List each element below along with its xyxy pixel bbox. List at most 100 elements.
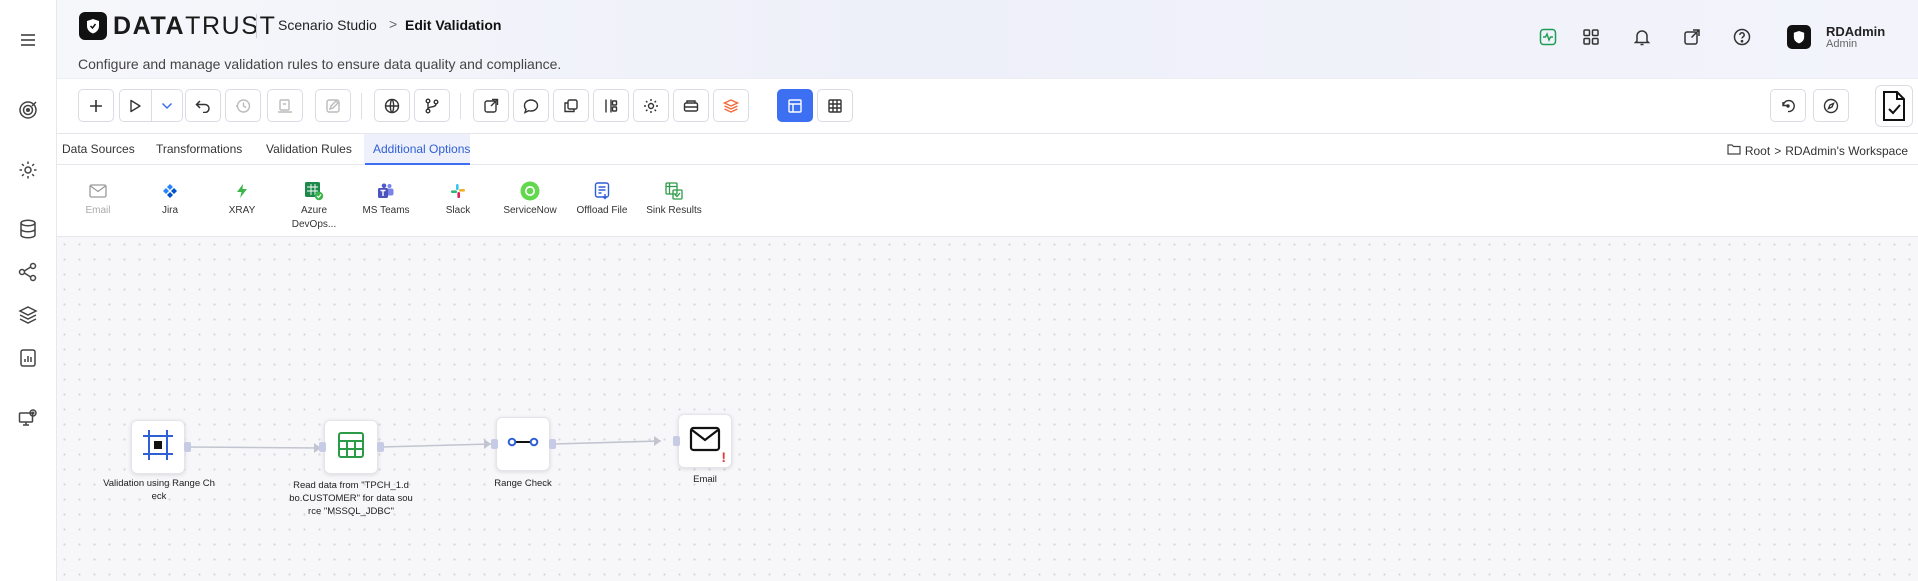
node-input-port[interactable]: [673, 436, 680, 446]
align-button[interactable]: [593, 89, 629, 122]
node-output-port[interactable]: [184, 442, 191, 452]
branch-button[interactable]: [414, 89, 450, 122]
flow-node-validation[interactable]: [131, 420, 185, 474]
edit-button[interactable]: [315, 89, 351, 122]
header-divider: [256, 14, 257, 38]
user-name[interactable]: RDAdmin: [1826, 24, 1885, 39]
node-input-port[interactable]: [491, 439, 498, 449]
node-input-port[interactable]: [319, 442, 326, 452]
history-button[interactable]: [225, 89, 261, 122]
sink-results-icon: [664, 181, 684, 201]
jira-icon: [160, 181, 180, 201]
range-check-icon: [507, 435, 539, 453]
publish-button[interactable]: [267, 89, 303, 122]
settings-button[interactable]: [633, 89, 669, 122]
undo-button[interactable]: [185, 89, 221, 122]
avatar[interactable]: [1787, 25, 1811, 49]
export-button[interactable]: [473, 89, 509, 122]
apps-grid-icon[interactable]: [1580, 26, 1602, 48]
play-icon[interactable]: [120, 90, 151, 121]
node-output-port[interactable]: [549, 439, 556, 449]
globe-button[interactable]: [374, 89, 410, 122]
integration-label: MS Teams: [362, 205, 410, 216]
workspace-breadcrumb[interactable]: Root > RDAdmin's Workspace: [1727, 143, 1908, 158]
page-subtitle: Configure and manage validation rules to…: [78, 56, 562, 72]
integration-slack[interactable]: Slack: [423, 181, 493, 218]
menu-icon[interactable]: [16, 28, 40, 52]
flow-canvas[interactable]: Validation using Range Ch eck Read data …: [57, 237, 1918, 581]
tray-button[interactable]: [673, 89, 709, 122]
flow-edges: [186, 436, 662, 453]
integration-jira[interactable]: Jira: [135, 181, 205, 218]
node-output-port[interactable]: [377, 442, 384, 452]
table-view-button[interactable]: [817, 89, 853, 122]
breadcrumb-current: Edit Validation: [405, 17, 502, 33]
mail-icon: [689, 426, 721, 457]
integration-servicenow[interactable]: ServiceNow: [495, 181, 565, 218]
restore-button[interactable]: [1770, 89, 1806, 122]
database-icon[interactable]: [16, 217, 40, 241]
settings-icon[interactable]: [16, 158, 40, 182]
tab-data-sources[interactable]: Data Sources: [62, 142, 135, 156]
chevron-down-icon[interactable]: [150, 90, 182, 121]
warning-indicator: !: [721, 449, 726, 465]
layers-icon[interactable]: [16, 303, 40, 327]
target-icon[interactable]: [16, 98, 40, 122]
app-logo[interactable]: DATATRUST: [79, 12, 276, 40]
workspace-root[interactable]: Root: [1745, 144, 1770, 158]
bell-icon[interactable]: [1631, 26, 1653, 48]
workspace-name[interactable]: RDAdmin's Workspace: [1785, 144, 1908, 158]
integration-sink-results[interactable]: Sink Results: [639, 181, 709, 218]
workflow-icon[interactable]: [16, 260, 40, 284]
activity-icon[interactable]: [1537, 26, 1559, 48]
node-label: Range Check: [494, 478, 552, 489]
azure-devops-icon: [304, 181, 324, 201]
copy-button[interactable]: [553, 89, 589, 122]
external-link-icon[interactable]: [1681, 26, 1703, 48]
flow-edge: [380, 443, 492, 448]
comment-button[interactable]: [513, 89, 549, 122]
section-tabs: Data Sources Transformations Validation …: [57, 134, 1918, 165]
run-split-button[interactable]: [119, 89, 183, 122]
toolbar-divider: [361, 93, 362, 119]
compass-button[interactable]: [1813, 89, 1849, 122]
layout-view-button[interactable]: [777, 89, 813, 122]
flow-node-email[interactable]: !: [678, 414, 732, 468]
integration-label: Azure DevOps...: [291, 205, 337, 230]
integration-azure-devops[interactable]: Azure DevOps...: [279, 181, 349, 232]
tab-validation-rules[interactable]: Validation Rules: [266, 142, 352, 156]
add-button[interactable]: [78, 89, 114, 122]
xray-icon: [232, 181, 252, 201]
flow-node-read-data[interactable]: [324, 420, 378, 474]
workspace-separator: >: [1774, 143, 1782, 158]
monitor-settings-icon[interactable]: [16, 406, 40, 430]
user-menu[interactable]: [1787, 25, 1811, 49]
app-header: DATATRUST Scenario Studio > Edit Validat…: [57, 0, 1918, 79]
folder-icon: [1727, 143, 1741, 158]
integration-label: Jira: [161, 205, 179, 216]
edge-arrow: [654, 436, 661, 446]
integration-palette: Email Jira XRAY Azure DevOps... MS Teams…: [57, 165, 1918, 237]
integration-offload-file[interactable]: Offload File: [567, 181, 637, 218]
flow-edge: [552, 440, 662, 445]
report-icon[interactable]: [16, 346, 40, 370]
validation-report-button[interactable]: [1875, 85, 1913, 127]
flow-edge: [186, 446, 322, 449]
tab-additional-options[interactable]: Additional Options: [373, 142, 470, 156]
help-icon[interactable]: [1731, 26, 1753, 48]
integration-ms-teams[interactable]: MS Teams: [351, 181, 421, 218]
logo-text: DATATRUST: [113, 11, 277, 40]
tab-transformations[interactable]: Transformations: [156, 142, 242, 156]
toolbar-divider: [460, 93, 461, 119]
stack-layers-button[interactable]: [713, 89, 749, 122]
user-role: Admin: [1826, 38, 1858, 50]
integration-label: Sink Results: [646, 205, 702, 216]
integration-email[interactable]: Email: [63, 181, 133, 218]
integration-label: XRAY: [228, 205, 256, 216]
integration-xray[interactable]: XRAY: [207, 181, 277, 218]
flow-node-range-check[interactable]: [496, 417, 550, 471]
offload-file-icon: [592, 181, 612, 201]
breadcrumb-root[interactable]: Scenario Studio: [278, 17, 377, 33]
ms-teams-icon: [376, 181, 396, 201]
integration-label: ServiceNow: [503, 205, 557, 216]
